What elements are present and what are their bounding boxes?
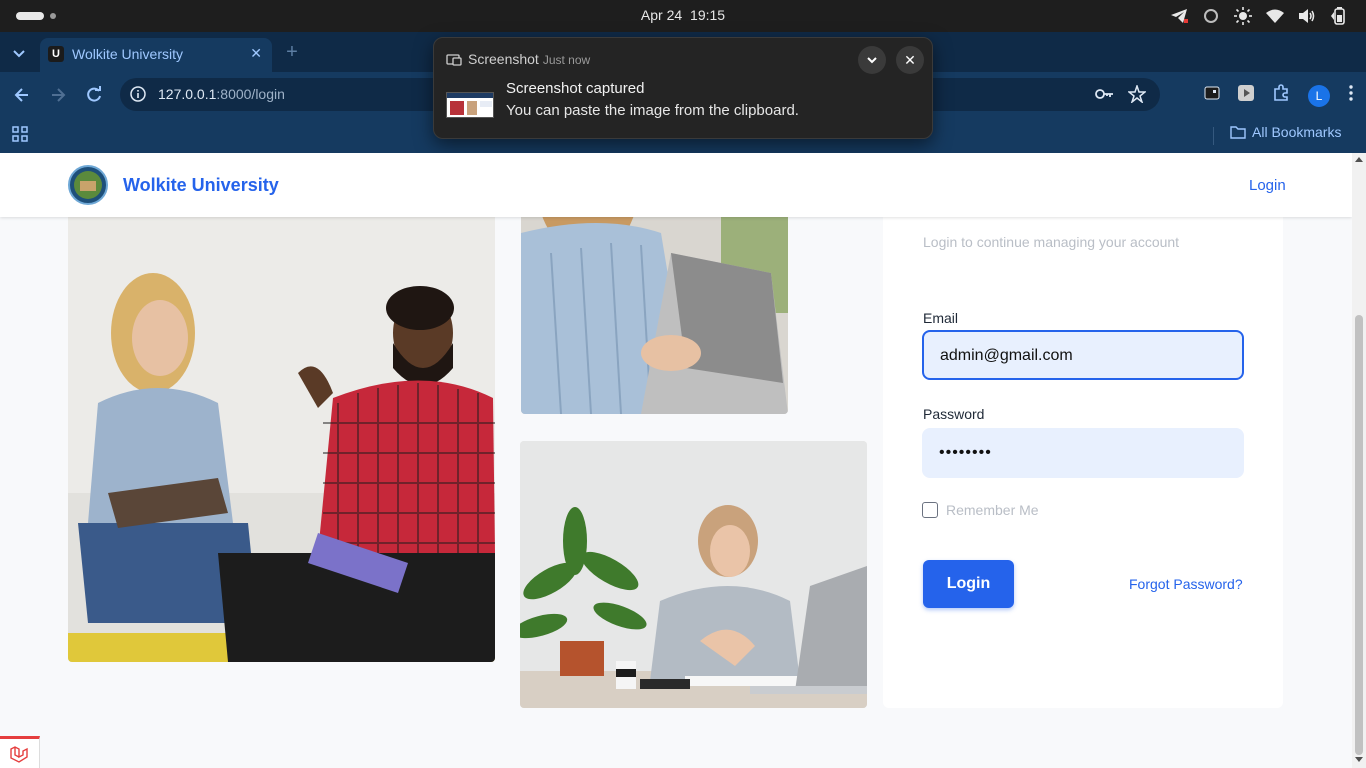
university-logo[interactable] — [68, 165, 108, 205]
extension-1-icon[interactable] — [1204, 85, 1220, 106]
bookmarks-divider — [1213, 127, 1214, 145]
url-host: 127.0.0.1 — [158, 86, 217, 102]
site-navbar: Wolkite University Login — [0, 153, 1352, 217]
screenshot-thumbnail[interactable] — [446, 92, 494, 118]
clock-time: 19:15 — [690, 7, 726, 23]
password-key-icon[interactable] — [1094, 85, 1114, 108]
extension-2-icon[interactable] — [1238, 85, 1254, 106]
system-tray[interactable] — [1170, 7, 1348, 25]
notification-close-icon[interactable]: ✕ — [896, 46, 924, 74]
page-viewport: Wolkite University Login Login to contin… — [0, 153, 1352, 768]
notification-collapse-chevron-icon[interactable] — [858, 46, 886, 74]
site-info-icon[interactable] — [130, 86, 146, 102]
brand-name[interactable]: Wolkite University — [123, 175, 279, 196]
profile-avatar[interactable]: L — [1308, 84, 1330, 107]
notification-app-name: Screenshot Just now — [468, 51, 590, 67]
brightness-icon[interactable] — [1234, 7, 1252, 25]
page-scrollbar[interactable] — [1352, 153, 1366, 768]
battery-icon[interactable] — [1330, 7, 1348, 25]
apps-grid-icon[interactable] — [12, 126, 28, 147]
scroll-down-arrow-icon[interactable] — [1355, 757, 1363, 762]
url-path: :8000/login — [216, 86, 285, 102]
volume-icon[interactable] — [1298, 7, 1316, 25]
back-arrow-icon[interactable] — [12, 85, 32, 105]
notification-body: You can paste the image from the clipboa… — [506, 102, 799, 119]
nav-login-link[interactable]: Login — [1249, 177, 1286, 194]
notification-app: Screenshot — [468, 51, 539, 67]
remember-me-checkbox[interactable] — [922, 502, 938, 518]
remember-me-label[interactable]: Remember Me — [946, 502, 1039, 518]
woman-laptop-photo — [521, 193, 788, 414]
extensions-puzzle-icon[interactable] — [1272, 84, 1290, 107]
forward-arrow-icon[interactable] — [48, 85, 68, 105]
woman-studying-photo — [520, 441, 867, 708]
url-text[interactable]: 127.0.0.1:8000/login — [158, 86, 285, 102]
screenshot-app-icon — [446, 52, 462, 66]
circle-icon[interactable] — [1202, 7, 1220, 25]
students-discussion-photo — [68, 193, 495, 662]
folder-icon — [1230, 126, 1246, 139]
browser-menu-icon[interactable] — [1348, 84, 1354, 107]
telegram-icon[interactable] — [1170, 7, 1188, 25]
os-top-bar: Apr 24 19:15 — [0, 0, 1366, 32]
laravel-logo-icon — [10, 746, 28, 763]
tab-favicon: U — [48, 46, 64, 62]
tab-search-chevron-icon[interactable] — [10, 44, 28, 62]
wifi-icon[interactable] — [1266, 7, 1284, 25]
password-label: Password — [923, 406, 985, 422]
scrollbar-thumb[interactable] — [1355, 315, 1363, 755]
notification-title: Screenshot captured — [506, 80, 645, 97]
reload-icon[interactable] — [84, 85, 104, 105]
scroll-up-arrow-icon[interactable] — [1355, 157, 1363, 162]
login-subtitle: Login to continue managing your account — [923, 234, 1180, 250]
tab-title: Wolkite University — [72, 46, 183, 62]
clock-date: Apr 24 — [640, 7, 683, 23]
all-bookmarks-button[interactable]: All Bookmarks — [1230, 124, 1341, 140]
tab-close-icon[interactable]: ✕ — [250, 45, 262, 62]
bookmark-star-icon[interactable] — [1126, 83, 1148, 108]
email-label: Email — [923, 310, 959, 326]
login-submit-button[interactable]: Login — [923, 560, 1014, 608]
notification-time: Just now — [542, 53, 591, 67]
forgot-password-link[interactable]: Forgot Password? — [1129, 576, 1243, 592]
clock[interactable]: Apr 24 19:15 — [0, 7, 1366, 23]
password-field[interactable]: •••••••• — [922, 428, 1244, 478]
all-bookmarks-label: All Bookmarks — [1252, 124, 1342, 140]
remember-me-row[interactable]: Remember Me — [922, 502, 1039, 518]
email-field[interactable]: admin@gmail.com — [922, 330, 1244, 380]
tab-wolkite-university[interactable]: U Wolkite University ✕ — [40, 38, 272, 72]
screenshot-notification[interactable]: Screenshot Just now ✕ Screenshot captured… — [433, 37, 933, 139]
new-tab-plus-icon[interactable]: + — [282, 42, 302, 63]
laravel-debugbar-toggle[interactable] — [0, 736, 40, 768]
